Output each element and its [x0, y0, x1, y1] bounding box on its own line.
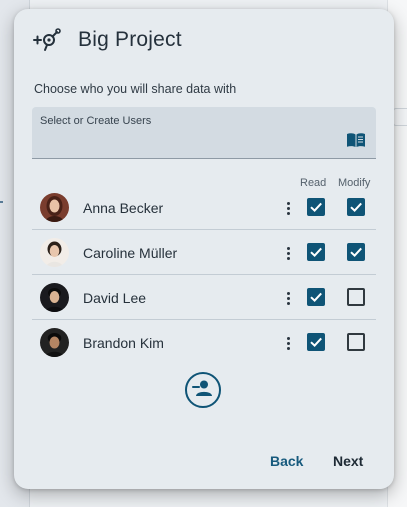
back-button[interactable]: Back — [270, 453, 303, 469]
background-marker — [0, 201, 3, 203]
dialog-subtitle: Choose who you will share data with — [34, 82, 237, 96]
next-button[interactable]: Next — [333, 453, 363, 469]
modify-checkbox[interactable] — [347, 243, 365, 261]
user-row: Caroline Müller — [32, 230, 376, 275]
avatar — [40, 238, 69, 267]
avatar — [40, 283, 69, 312]
read-checkbox[interactable] — [307, 288, 325, 306]
more-options-icon[interactable] — [280, 333, 296, 353]
add-user-button[interactable] — [185, 372, 221, 408]
read-checkbox[interactable] — [307, 198, 325, 216]
user-row: Anna Becker — [32, 185, 376, 230]
background-field — [393, 108, 407, 126]
user-select-label: Select or Create Users — [40, 115, 152, 127]
avatar — [40, 193, 69, 222]
modify-checkbox[interactable] — [347, 198, 365, 216]
user-name: Anna Becker — [83, 200, 164, 216]
book-icon[interactable] — [346, 132, 366, 148]
remove-person-icon — [192, 379, 214, 402]
user-name: Caroline Müller — [83, 245, 178, 261]
more-options-icon[interactable] — [280, 198, 296, 218]
more-options-icon[interactable] — [280, 288, 296, 308]
read-checkbox[interactable] — [307, 333, 325, 351]
dialog-header: Big Project — [32, 25, 182, 55]
share-dialog: Big Project Choose who you will share da… — [14, 9, 394, 489]
user-row: David Lee — [32, 275, 376, 320]
user-name: David Lee — [83, 290, 147, 306]
more-options-icon[interactable] — [280, 243, 296, 263]
read-checkbox[interactable] — [307, 243, 325, 261]
add-person-tag-icon — [32, 26, 62, 54]
user-list: Anna Becker Caroline Müller David Lee Br… — [32, 185, 376, 365]
user-row: Brandon Kim — [32, 320, 376, 365]
user-name: Brandon Kim — [83, 335, 164, 351]
modify-checkbox[interactable] — [347, 288, 365, 306]
modify-checkbox[interactable] — [347, 333, 365, 351]
avatar — [40, 328, 69, 357]
user-select-field[interactable]: Select or Create Users — [32, 107, 376, 159]
dialog-title: Big Project — [78, 28, 182, 51]
